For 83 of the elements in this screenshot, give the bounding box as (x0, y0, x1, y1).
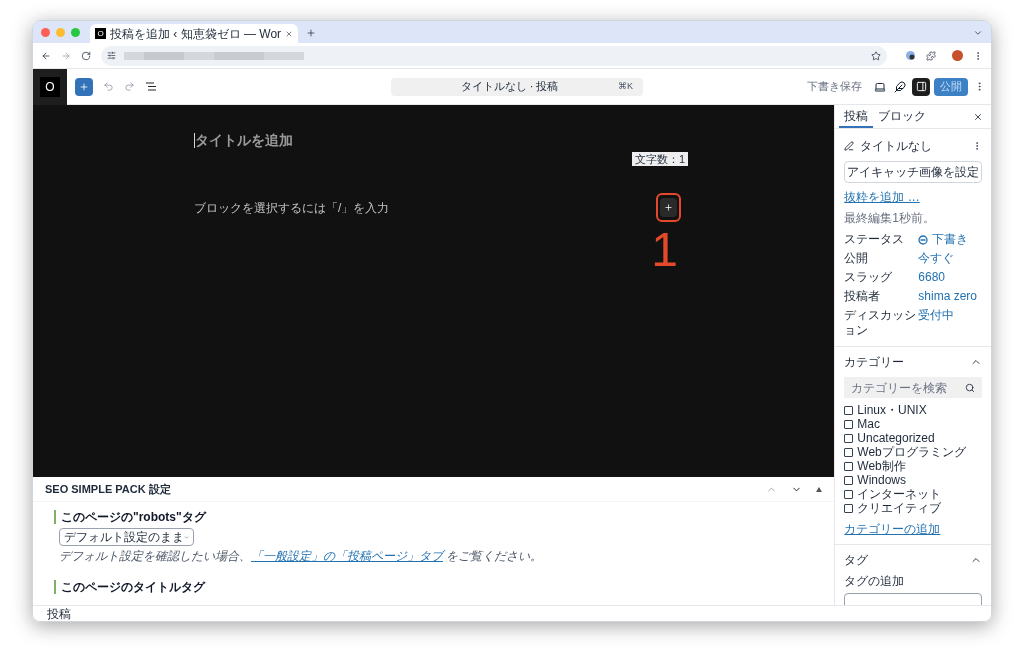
field-label: ディスカッション (844, 308, 918, 338)
field-value-link[interactable]: shima zero (918, 289, 977, 304)
feather-icon[interactable] (894, 80, 906, 93)
list-view-icon[interactable] (145, 81, 157, 92)
favicon: O (95, 28, 106, 39)
extension-icon[interactable] (905, 50, 916, 61)
category-checkbox[interactable] (844, 433, 854, 443)
shortcut-label: ⌘K (618, 79, 633, 93)
category-checkbox[interactable] (844, 405, 854, 415)
category-checkbox[interactable] (844, 489, 854, 499)
command-bar-title: タイトルなし · 投稿 (459, 79, 560, 95)
field-label: スラッグ (844, 270, 894, 285)
title-placeholder[interactable]: タイトルを追加 (195, 132, 293, 149)
sidebar-tab[interactable]: 投稿 (839, 105, 874, 128)
blurred-url-icon (124, 49, 304, 62)
word-count-tooltip: 文字数：1 (631, 152, 688, 166)
extensions-icon[interactable] (926, 50, 936, 61)
category-label: Mac (857, 417, 880, 431)
category-label: Webプログラミング (857, 445, 966, 459)
collapse-icon[interactable] (816, 486, 823, 492)
add-block-button[interactable] (75, 77, 93, 96)
field-value-link[interactable]: 受付中 (918, 308, 955, 323)
category-label: Web制作 (857, 459, 906, 473)
featured-image-button[interactable]: アイキャッチ画像を設定 (844, 161, 982, 183)
annotation-number: 1 (651, 224, 678, 276)
field-value-link[interactable]: 今すぐ (918, 251, 955, 266)
profile-avatar-icon[interactable] (952, 50, 963, 61)
category-label: Linux・UNIX (857, 403, 927, 417)
new-tab-icon[interactable] (306, 28, 317, 38)
category-label: インターネット (857, 487, 942, 501)
plus-icon (664, 203, 673, 212)
browser-tab[interactable]: O 投稿を追加 ‹ 知恵袋ゼロ — Wor (90, 24, 299, 43)
last-edited-text: 最終編集1秒前。 (844, 210, 936, 227)
site-logo[interactable]: O (40, 76, 60, 97)
field-label: 公開 (844, 251, 870, 266)
post-icon (844, 141, 855, 151)
category-checkbox[interactable] (844, 419, 854, 429)
site-settings-icon[interactable] (107, 51, 116, 60)
search-icon (965, 382, 975, 393)
back-icon[interactable] (41, 50, 51, 61)
field-label: ステータス (844, 232, 906, 247)
category-search-field[interactable]: カテゴリーを検索 (851, 378, 965, 397)
section-heading: このページのタイトルタグ (54, 580, 205, 594)
block-placeholder[interactable]: ブロックを選択するには「/」を入力 (194, 198, 390, 217)
search-box[interactable]: カテゴリーを検索 (844, 377, 982, 398)
close-icon[interactable] (285, 29, 294, 38)
add-block-button[interactable] (660, 198, 677, 217)
field-value-link[interactable]: 下書き (918, 232, 969, 247)
field-value-link[interactable]: 6680 (918, 270, 946, 285)
excerpt-link[interactable]: 抜粋を追加 … (844, 188, 982, 206)
category-label: クリエイティブ (857, 501, 942, 515)
category-label: Uncategorized (857, 431, 935, 445)
category-checkbox[interactable] (844, 447, 854, 457)
close-icon[interactable] (973, 111, 983, 122)
breadcrumb[interactable]: 投稿 (47, 606, 71, 621)
section-title: タグ (844, 552, 870, 569)
category-label: Windows (857, 473, 906, 487)
settings-button[interactable] (912, 77, 930, 96)
sidebar-tab[interactable]: ブロック (873, 105, 932, 128)
reload-icon[interactable] (81, 50, 91, 61)
tag-input-label: タグの追加 (844, 573, 906, 590)
add-category-link[interactable]: カテゴリーの追加 (844, 520, 982, 538)
plus-icon (79, 81, 89, 92)
text-cursor (194, 133, 195, 148)
save-draft-button[interactable]: 下書き保存 (807, 78, 862, 95)
sidebar-icon (915, 81, 927, 92)
section-heading: このページの"robots"タグ (54, 510, 206, 524)
category-checkbox[interactable] (844, 503, 854, 513)
category-checkbox[interactable] (844, 461, 854, 471)
help-text: デフォルト設定を確認したい場合、「一般設定」の「投稿ページ」タブ をご覧ください。 (59, 549, 543, 564)
preview-icon[interactable] (874, 80, 886, 93)
settings-link[interactable]: 「一般設定」の「投稿ページ」タブ (251, 549, 443, 563)
bookmark-star-icon[interactable] (871, 50, 881, 61)
robots-select[interactable]: デフォルト設定のまま (59, 528, 194, 546)
category-checkbox[interactable] (844, 475, 854, 485)
field-label: 投稿者 (844, 289, 882, 304)
section-title: カテゴリー (844, 354, 906, 371)
tab-list-icon[interactable] (973, 28, 983, 38)
draft-status-icon (918, 234, 929, 245)
tab-title: 投稿を追加 ‹ 知恵袋ゼロ — Wor (110, 26, 282, 41)
panel-title: SEO SIMPLE PACK 設定 (45, 481, 172, 497)
command-bar[interactable]: タイトルなし · 投稿 ⌘K (391, 77, 643, 96)
post-title: タイトルなし (860, 138, 934, 155)
